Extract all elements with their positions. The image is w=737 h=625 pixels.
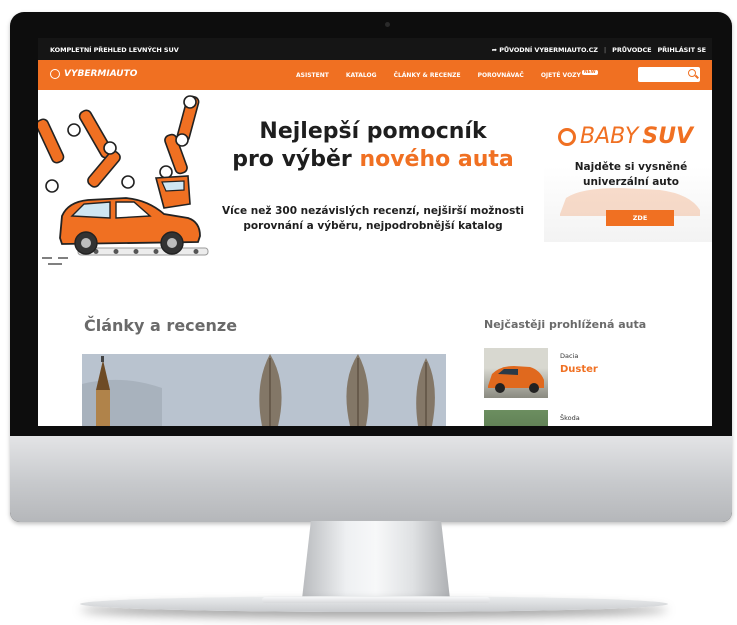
nav-item-articles[interactable]: ČLÁNKY & RECENZE <box>394 72 461 79</box>
hero-title-prefix: pro výběr <box>232 147 360 172</box>
robot-assembly-illustration <box>38 95 209 265</box>
nav-item-assistant[interactable]: ASISTENT <box>296 72 329 79</box>
browser-screen: KOMPLETNÍ PŘEHLED LEVNÝCH SUV ➦ PŮVODNÍ … <box>38 38 712 426</box>
top-bar: KOMPLETNÍ PŘEHLED LEVNÝCH SUV ➦ PŮVODNÍ … <box>38 38 712 60</box>
logo-text: VYBERMIAUTO <box>64 69 138 79</box>
monitor-chin <box>10 436 732 522</box>
guide-link[interactable]: PRŮVODCE <box>612 46 651 54</box>
car-photo <box>488 366 544 393</box>
camera-dot <box>385 22 390 27</box>
login-link[interactable]: PŘIHLÁSIT SE <box>657 46 706 54</box>
baby-suv-text-line2: univerzální auto <box>582 176 679 188</box>
main-nav: VYBERMIAUTO ASISTENT KATALOG ČLÁNKY & RE… <box>38 60 712 90</box>
article-image[interactable] <box>82 354 446 426</box>
hero-title: Nejlepší pomocník pro výběr nového auta <box>228 118 518 174</box>
hero-subtitle: Více než 300 nezávislých recenzí, nejšir… <box>208 204 538 234</box>
divider: | <box>603 46 607 54</box>
reply-arrow-icon: ➦ <box>491 46 498 54</box>
back-link-label: PŮVODNÍ VYBERMIAUTO.CZ <box>499 46 598 54</box>
baby-suv-text: Najděte si vysněné univerzální auto <box>556 160 706 190</box>
baby-suv-brand-bold: SUV <box>642 124 694 149</box>
hero-subtitle-line2: porovnání a výběru, nejpodrobnější katal… <box>243 220 503 232</box>
hero-subtitle-line1: Více než 300 nezávislých recenzí, nejšir… <box>222 205 524 217</box>
hero-banner: Nejlepší pomocník pro výběr nového auta … <box>38 90 712 268</box>
hero-title-line1: Nejlepší pomocník <box>259 119 487 144</box>
most-viewed-heading: Nejčastěji prohlížená auta <box>484 318 647 331</box>
car-thumbnail <box>484 348 548 398</box>
site-logo[interactable]: VYBERMIAUTO <box>50 69 137 79</box>
tagline: KOMPLETNÍ PŘEHLED LEVNÝCH SUV <box>50 46 179 54</box>
search-input[interactable] <box>638 67 700 82</box>
monitor-stand-neck <box>302 521 450 599</box>
nav-item-catalog[interactable]: KATALOG <box>346 72 377 79</box>
nav-item-used-cars[interactable]: OJETÉ VOZY NEW <box>540 70 598 79</box>
new-badge: NEW <box>581 70 598 75</box>
baby-suv-promo[interactable]: BABY SUV Najděte si vysněné univerzální a… <box>544 116 712 242</box>
steering-wheel-icon <box>558 127 576 146</box>
car-model-link[interactable]: Duster <box>560 364 598 375</box>
steering-wheel-icon <box>50 69 60 79</box>
baby-suv-logo: BABY SUV <box>558 124 693 149</box>
search-icon[interactable] <box>688 69 696 77</box>
hero-title-line2: pro výběr nového auta <box>228 146 518 174</box>
car-thumbnail <box>484 410 548 426</box>
nav-menu: ASISTENT KATALOG ČLÁNKY & RECENZE POROVN… <box>296 70 598 79</box>
zde-button[interactable]: ZDE <box>606 210 674 226</box>
used-cars-label: OJETÉ VOZY <box>540 72 581 79</box>
car-make: Škoda <box>560 414 580 422</box>
hero-title-accent: nového auta <box>359 147 514 172</box>
baby-suv-text-line1: Najděte si vysněné <box>574 161 688 173</box>
nav-item-compare[interactable]: POROVNÁVAČ <box>478 72 524 79</box>
article-photo <box>82 354 446 426</box>
back-to-original-link[interactable]: ➦ PŮVODNÍ VYBERMIAUTO.CZ <box>492 46 598 54</box>
baby-suv-brand-light: BABY <box>580 124 639 149</box>
articles-heading: Články a recenze <box>84 316 238 335</box>
monitor-stand-edge <box>262 597 490 603</box>
car-make: Dacia <box>560 352 579 360</box>
